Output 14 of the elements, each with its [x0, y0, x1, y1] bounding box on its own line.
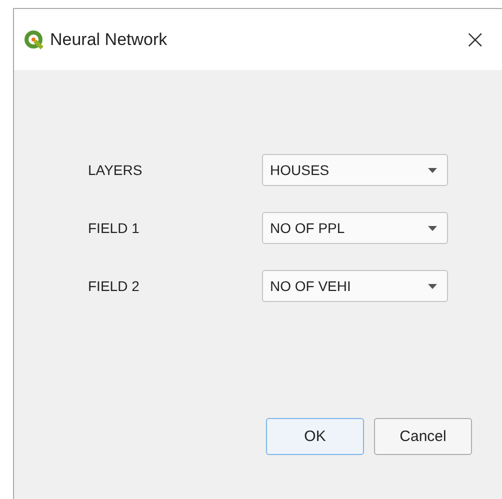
- app-logo-icon: [24, 30, 44, 50]
- dropdown[interactable]: HOUSES: [262, 154, 448, 186]
- ok-button[interactable]: OK: [266, 418, 364, 455]
- close-button[interactable]: ×: [460, 26, 490, 52]
- dropdown-arrow-icon: [428, 226, 437, 230]
- dropdown[interactable]: NO OF VEHI: [262, 270, 448, 302]
- cancel-button[interactable]: Cancel: [374, 418, 472, 455]
- dropdown[interactable]: NO OF PPL: [262, 212, 448, 244]
- field-label: FIELD 1: [88, 220, 140, 236]
- field-label: FIELD 2: [88, 278, 140, 294]
- dropdown-arrow-icon: [428, 284, 437, 288]
- dropdown-arrow-icon: [428, 168, 437, 172]
- window-title: Neural Network: [50, 30, 168, 50]
- field-label: LAYERS: [88, 162, 144, 178]
